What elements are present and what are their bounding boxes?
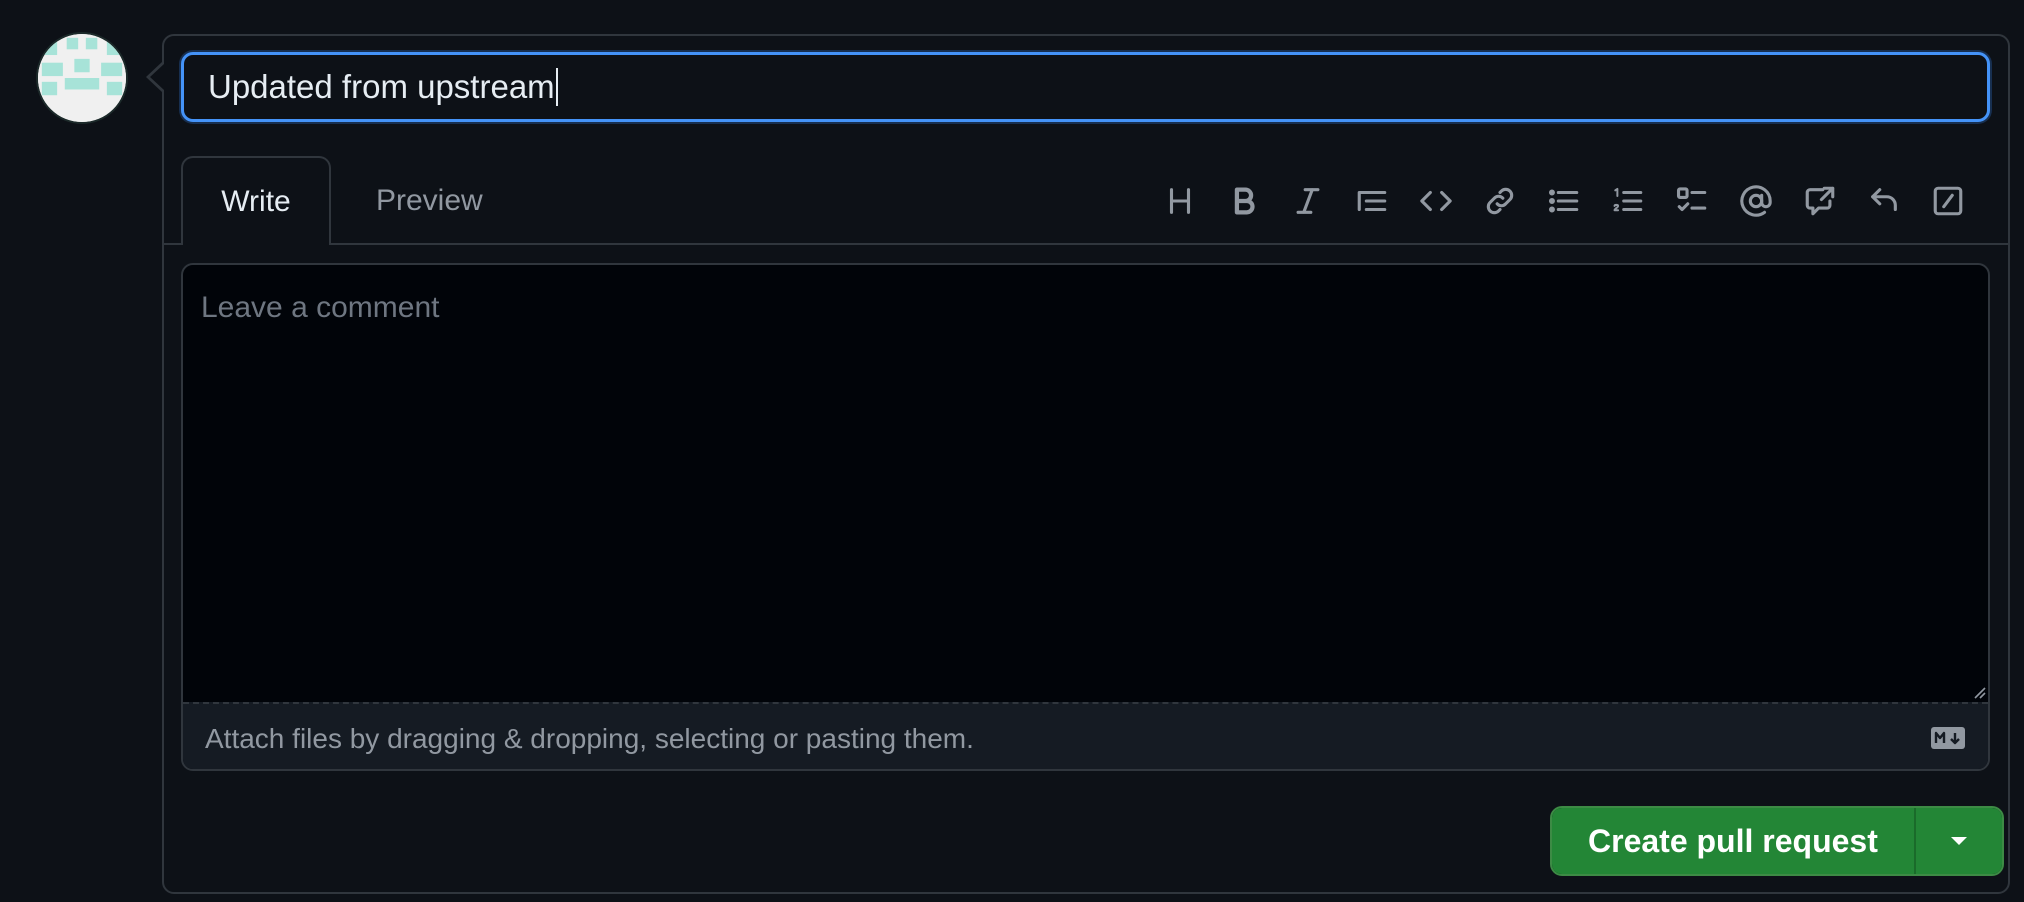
- quote-button[interactable]: [1340, 176, 1404, 226]
- identicon-icon: [38, 34, 126, 122]
- resize-handle-icon[interactable]: [1970, 683, 1986, 699]
- mention-icon: [1740, 185, 1772, 217]
- title-input-value: Updated from upstream: [208, 68, 555, 105]
- tab-write-label: Write: [221, 184, 291, 218]
- heading-button[interactable]: [1148, 176, 1212, 226]
- link-button[interactable]: [1468, 176, 1532, 226]
- markdown-toolbar: [1148, 176, 1980, 226]
- tab-preview[interactable]: Preview: [354, 156, 505, 245]
- heading-icon: [1169, 188, 1191, 214]
- ordered-list-button[interactable]: [1596, 176, 1660, 226]
- bold-icon: [1234, 187, 1255, 215]
- markdown-icon[interactable]: [1930, 726, 1966, 750]
- comment-textarea[interactable]: Leave a comment: [183, 265, 1988, 702]
- unordered-list-icon: [1548, 189, 1579, 213]
- unordered-list-button[interactable]: [1532, 176, 1596, 226]
- tab-preview-label: Preview: [376, 183, 483, 217]
- title-input[interactable]: Updated from upstream: [181, 52, 1990, 122]
- attach-files-text: Attach files by dragging & dropping, sel…: [205, 722, 974, 754]
- undo-button[interactable]: [1852, 176, 1916, 226]
- attach-files-bar[interactable]: Attach files by dragging & dropping, sel…: [183, 702, 1988, 769]
- create-options-dropdown[interactable]: [1915, 808, 2002, 874]
- slash-command-button[interactable]: [1916, 176, 1980, 226]
- reference-button[interactable]: [1788, 176, 1852, 226]
- create-pull-request-label: Create pull request: [1588, 822, 1878, 859]
- mention-button[interactable]: [1724, 176, 1788, 226]
- task-list-button[interactable]: [1660, 176, 1724, 226]
- italic-button[interactable]: [1276, 176, 1340, 226]
- comment-editor: Leave a comment Attach files by dragging…: [181, 263, 1990, 771]
- link-icon: [1486, 187, 1514, 215]
- create-pull-request-group: Create pull request: [1550, 806, 2004, 876]
- bold-button[interactable]: [1212, 176, 1276, 226]
- slash-command-icon: [1933, 186, 1963, 216]
- code-button[interactable]: [1404, 176, 1468, 226]
- task-list-icon: [1676, 187, 1707, 212]
- comment-placeholder: Leave a comment: [201, 291, 440, 324]
- create-pull-request-button[interactable]: Create pull request: [1552, 808, 1916, 874]
- tab-write[interactable]: Write: [181, 156, 331, 247]
- undo-icon: [1871, 188, 1897, 212]
- quote-icon: [1357, 190, 1387, 212]
- italic-icon: [1296, 188, 1320, 214]
- ordered-list-icon: [1613, 187, 1643, 212]
- avatar[interactable]: [36, 32, 128, 124]
- code-icon: [1420, 190, 1452, 212]
- chevron-down-icon: [1950, 837, 1967, 845]
- text-cursor: [555, 68, 558, 106]
- reference-icon: [1805, 186, 1835, 216]
